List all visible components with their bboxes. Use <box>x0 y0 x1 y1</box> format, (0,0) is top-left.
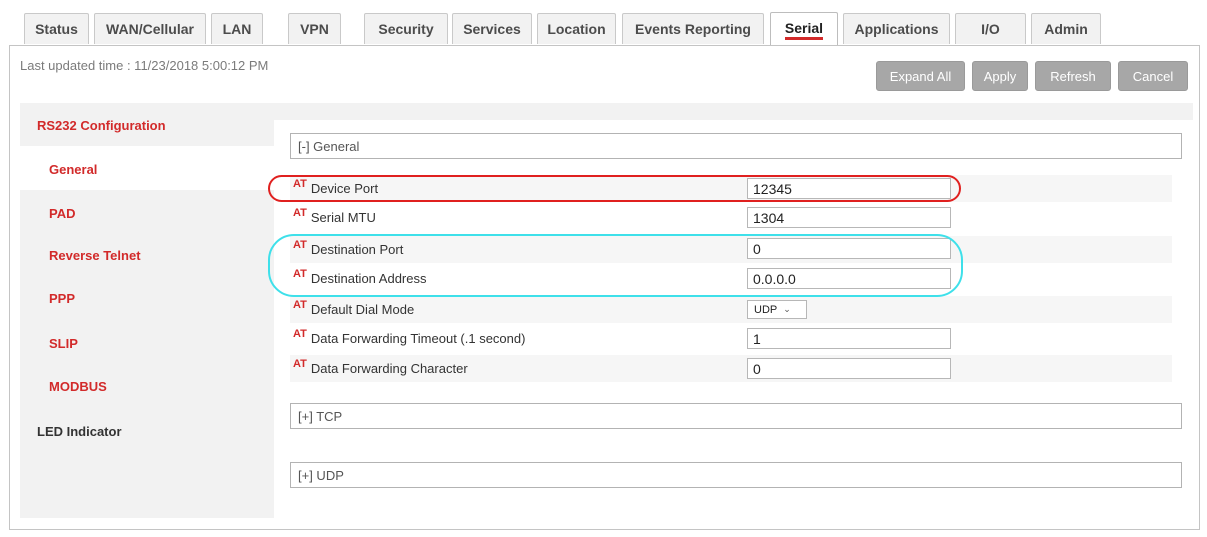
tab-applications[interactable]: Applications <box>843 13 950 44</box>
tab-label: Status <box>35 21 78 37</box>
sidebar-item-led-indicator[interactable]: LED Indicator <box>37 424 122 439</box>
tab-label: Serial <box>784 20 824 40</box>
refresh-button[interactable]: Refresh <box>1035 61 1111 91</box>
at-badge: AT <box>293 267 307 280</box>
row-device-port: AT Device Port <box>290 175 1172 202</box>
expand-all-button[interactable]: Expand All <box>876 61 965 91</box>
at-badge: AT <box>293 327 307 340</box>
device-port-input[interactable] <box>747 178 951 199</box>
tab-lan[interactable]: LAN <box>211 13 263 44</box>
row-serial-mtu: AT Serial MTU <box>290 204 1172 231</box>
row-destination-port: AT Destination Port <box>290 236 1172 263</box>
device-port-label: Device Port <box>310 181 379 196</box>
chevron-down-icon: ⌄ <box>783 304 791 314</box>
tab-label: LAN <box>222 21 252 37</box>
section-general-header[interactable]: [-] General <box>290 133 1182 159</box>
default-dial-mode-select[interactable]: UDP ⌄ <box>747 300 807 319</box>
tab-label: Events Reporting <box>635 21 751 37</box>
destination-port-input[interactable] <box>747 238 951 259</box>
sidebar-item-reverse-telnet[interactable]: Reverse Telnet <box>49 248 141 263</box>
row-default-dial-mode: AT Default Dial Mode <box>290 296 1172 323</box>
serial-mtu-label: Serial MTU <box>310 210 376 225</box>
at-badge: AT <box>293 177 307 190</box>
sidebar-header-rs232-configuration[interactable]: RS232 Configuration <box>37 118 166 133</box>
tab-label: Location <box>547 21 606 37</box>
main-tab-bar: Status WAN/Cellular LAN VPN Security Ser… <box>0 0 1207 46</box>
destination-address-input[interactable] <box>747 268 951 289</box>
at-badge: AT <box>293 238 307 251</box>
section-tcp-header[interactable]: [+] TCP <box>290 403 1182 429</box>
tab-location[interactable]: Location <box>537 13 616 44</box>
section-udp-header[interactable]: [+] UDP <box>290 462 1182 488</box>
tab-admin[interactable]: Admin <box>1031 13 1101 44</box>
row-data-forwarding-character: AT Data Forwarding Character <box>290 355 1172 382</box>
default-dial-mode-label: Default Dial Mode <box>310 302 415 317</box>
tab-serial[interactable]: Serial <box>770 12 838 46</box>
at-badge: AT <box>293 298 307 311</box>
destination-port-label: Destination Port <box>310 242 404 257</box>
at-badge: AT <box>293 206 307 219</box>
destination-address-label: Destination Address <box>310 271 427 286</box>
at-badge: AT <box>293 357 307 370</box>
row-destination-address: AT Destination Address <box>290 265 1172 292</box>
tab-label: Security <box>378 21 434 37</box>
tab-label: Services <box>463 21 521 37</box>
tab-io[interactable]: I/O <box>955 13 1026 44</box>
data-forwarding-character-label: Data Forwarding Character <box>310 361 468 376</box>
sidebar-item-pad[interactable]: PAD <box>49 206 75 221</box>
sidebar-item-modbus[interactable]: MODBUS <box>49 379 107 394</box>
tab-events-reporting[interactable]: Events Reporting <box>622 13 764 44</box>
tab-label: Admin <box>1044 21 1088 37</box>
last-updated-text: Last updated time : 11/23/2018 5:00:12 P… <box>20 58 269 73</box>
tab-label: WAN/Cellular <box>106 21 194 37</box>
row-data-forwarding-timeout: AT Data Forwarding Timeout (.1 second) <box>290 325 1172 352</box>
sidebar-item-slip[interactable]: SLIP <box>49 336 78 351</box>
serial-mtu-input[interactable] <box>747 207 951 228</box>
tab-label: I/O <box>981 21 1000 37</box>
sidebar-item-ppp[interactable]: PPP <box>49 291 75 306</box>
tab-label: VPN <box>300 21 329 37</box>
sidebar-item-general[interactable]: General <box>49 162 97 177</box>
default-dial-mode-value: UDP <box>754 303 778 316</box>
tab-wan-cellular[interactable]: WAN/Cellular <box>94 13 206 44</box>
tab-vpn[interactable]: VPN <box>288 13 341 44</box>
data-forwarding-character-input[interactable] <box>747 358 951 379</box>
data-forwarding-timeout-input[interactable] <box>747 328 951 349</box>
tab-status[interactable]: Status <box>24 13 89 44</box>
apply-button[interactable]: Apply <box>972 61 1028 91</box>
data-forwarding-timeout-label: Data Forwarding Timeout (.1 second) <box>310 331 526 346</box>
tab-services[interactable]: Services <box>452 13 532 44</box>
tab-label: Applications <box>854 21 939 37</box>
cancel-button[interactable]: Cancel <box>1118 61 1188 91</box>
tab-security[interactable]: Security <box>364 13 448 44</box>
